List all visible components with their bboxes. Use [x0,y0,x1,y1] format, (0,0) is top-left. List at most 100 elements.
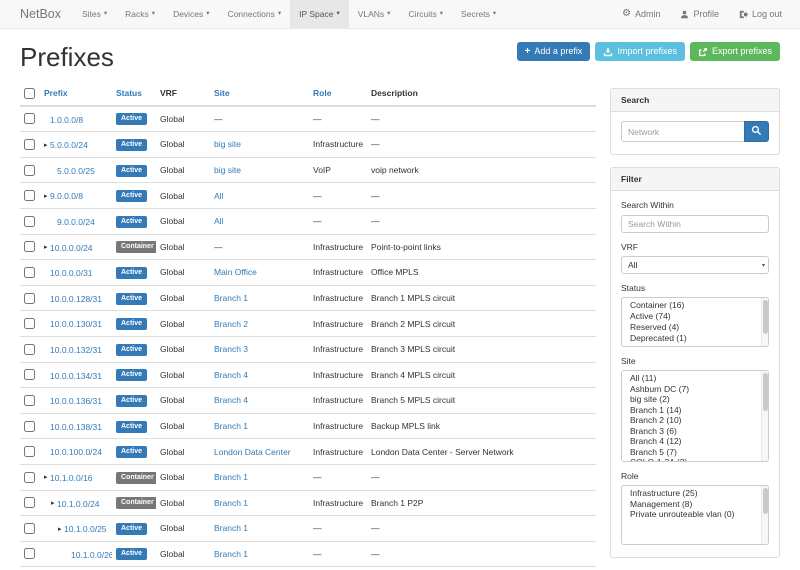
prefix-link[interactable]: 10.1.0.0/24 [57,499,100,509]
site-link[interactable]: All [214,216,223,226]
nav-item-racks[interactable]: Racks▾ [116,0,164,28]
nav-item-admin[interactable]: ⚙Admin [612,0,670,28]
search-button[interactable] [744,121,769,142]
prefix-link[interactable]: 10.0.0.138/31 [50,422,102,432]
site-link[interactable]: Branch 3 [214,344,248,354]
prefix-link[interactable]: 1.0.0.0/8 [50,115,83,125]
listbox-option[interactable]: Infrastructure (25) [622,488,760,499]
add-a-prefix-button[interactable]: +Add a prefix [517,42,591,61]
search-input[interactable] [621,121,744,142]
prefix-link[interactable]: 10.0.0.128/31 [50,294,102,304]
listbox-option[interactable]: Ashburn DC (7) [622,384,760,395]
listbox-option[interactable]: Branch 2 (10) [622,415,760,426]
listbox-option[interactable]: Container (16) [622,300,760,311]
site-link[interactable]: Branch 1 [214,293,248,303]
listbox-option[interactable]: All (11) [622,373,760,384]
nav-item-vlans[interactable]: VLANs▾ [349,0,400,28]
row-checkbox[interactable] [24,523,35,534]
prefix-link[interactable]: 10.0.0.136/31 [50,396,102,406]
site-link[interactable]: Branch 1 [214,498,248,508]
nav-item-sites[interactable]: Sites▾ [73,0,116,28]
listbox-option[interactable]: Branch 5 (7) [622,447,760,458]
export-prefixes-button[interactable]: Export prefixes [690,42,780,61]
status-listbox[interactable]: Container (16)Active (74)Reserved (4)Dep… [621,297,769,347]
listbox-option[interactable]: Active (74) [622,311,760,322]
prefix-link[interactable]: 9.0.0.0/8 [50,191,83,201]
listbox-option[interactable]: Branch 4 (12) [622,436,760,447]
row-checkbox[interactable] [24,293,35,304]
nav-item-profile[interactable]: Profile [670,0,729,28]
table-row: ▸1.0.0.0/8ActiveGlobal——— [20,106,596,132]
vrf-select[interactable]: All ▾ [621,256,769,274]
listbox-option[interactable]: big site (2) [622,394,760,405]
row-checkbox[interactable] [24,216,35,227]
scrollbar[interactable] [761,486,768,544]
site-link[interactable]: big site [214,165,241,175]
prefix-link[interactable]: 10.1.0.0/16 [50,473,93,483]
row-checkbox[interactable] [24,395,35,406]
column-header-status[interactable]: Status [112,82,156,106]
site-link[interactable]: big site [214,139,241,149]
scrollbar[interactable] [761,298,768,346]
scrollbar[interactable] [761,371,768,461]
column-header-prefix[interactable]: Prefix [40,82,112,106]
row-checkbox[interactable] [24,369,35,380]
nav-item-connections[interactable]: Connections▾ [219,0,291,28]
column-header-site[interactable]: Site [210,82,309,106]
row-checkbox[interactable] [24,421,35,432]
site-link[interactable]: All [214,191,223,201]
listbox-option[interactable]: Management (8) [622,499,760,510]
row-checkbox[interactable] [24,318,35,329]
prefix-link[interactable]: 10.1.0.0/25 [64,524,107,534]
app-brand[interactable]: NetBox [8,0,73,28]
site-listbox[interactable]: All (11)Ashburn DC (7)big site (2)Branch… [621,370,769,462]
nav-item-devices[interactable]: Devices▾ [164,0,219,28]
prefix-link[interactable]: 10.0.0.0/24 [50,243,93,253]
row-checkbox[interactable] [24,165,35,176]
role-listbox[interactable]: Infrastructure (25)Management (8)Private… [621,485,769,545]
row-checkbox[interactable] [24,267,35,278]
prefix-link[interactable]: 10.0.0.134/31 [50,371,102,381]
site-link[interactable]: Branch 1 [214,472,248,482]
site-link[interactable]: London Data Center [214,447,291,457]
vrf-value: Global [160,216,185,226]
prefix-link[interactable]: 10.0.0.132/31 [50,345,102,355]
row-checkbox[interactable] [24,190,35,201]
row-checkbox[interactable] [24,472,35,483]
prefix-link[interactable]: 10.0.0.130/31 [50,319,102,329]
prefix-link[interactable]: 10.0.100.0/24 [50,447,102,457]
site-link[interactable]: Branch 4 [214,370,248,380]
nav-item-ip-space[interactable]: IP Space▾ [290,0,349,28]
site-link[interactable]: Branch 1 [214,421,248,431]
prefix-link[interactable]: 5.0.0.0/24 [50,140,88,150]
search-within-input[interactable] [621,215,769,233]
select-all-checkbox[interactable] [24,88,35,99]
row-checkbox[interactable] [24,497,35,508]
row-checkbox[interactable] [24,446,35,457]
listbox-option[interactable]: Branch 3 (6) [622,426,760,437]
nav-item-circuits[interactable]: Circuits▾ [399,0,452,28]
nav-item-secrets[interactable]: Secrets▾ [452,0,505,28]
listbox-option[interactable]: COLO-1-3A (3) [622,457,760,462]
row-checkbox[interactable] [24,241,35,252]
prefix-link[interactable]: 10.0.0.0/31 [50,268,93,278]
row-checkbox[interactable] [24,344,35,355]
nav-item-log-out[interactable]: Log out [729,0,792,28]
site-link[interactable]: Branch 2 [214,319,248,329]
prefix-link[interactable]: 9.0.0.0/24 [57,217,95,227]
prefix-link[interactable]: 5.0.0.0/25 [57,166,95,176]
site-link[interactable]: Branch 4 [214,395,248,405]
listbox-option[interactable]: Reserved (4) [622,322,760,333]
import-prefixes-button[interactable]: Import prefixes [595,42,685,61]
site-link[interactable]: Main Office [214,267,257,277]
row-checkbox[interactable] [24,113,35,124]
site-link[interactable]: Branch 1 [214,549,248,559]
site-label: Site [621,356,769,366]
row-checkbox[interactable] [24,139,35,150]
listbox-option[interactable]: Deprecated (1) [622,333,760,344]
row-checkbox[interactable] [24,548,35,559]
site-link[interactable]: Branch 1 [214,523,248,533]
column-header-role[interactable]: Role [309,82,367,106]
prefix-link[interactable]: 10.1.0.0/26 [71,550,112,560]
listbox-option[interactable]: Branch 1 (14) [622,405,760,416]
